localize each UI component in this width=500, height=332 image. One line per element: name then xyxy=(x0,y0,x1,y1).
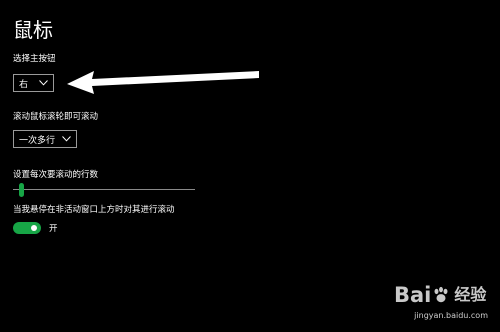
chevron-down-icon xyxy=(38,79,48,87)
scroll-mode-label: 滚动鼠标滚轮即可滚动 xyxy=(13,112,99,122)
toggle-knob xyxy=(31,224,37,231)
arrow-shape xyxy=(67,71,259,94)
toggle-state-text: 开 xyxy=(49,223,58,234)
slider-track xyxy=(13,189,195,190)
watermark-brand-right: 经验 xyxy=(454,285,487,304)
watermark-url: jingyan.baidu.com xyxy=(414,311,488,320)
inactive-scroll-toggle[interactable] xyxy=(13,221,41,234)
scroll-mode-dropdown[interactable]: 一次多行 xyxy=(13,130,77,148)
slider-thumb[interactable] xyxy=(18,183,24,197)
scroll-mode-value: 一次多行 xyxy=(19,135,56,146)
inactive-scroll-label: 当我悬停在非活动窗口上方时对其进行滚动 xyxy=(13,205,175,215)
scroll-lines-slider[interactable] xyxy=(13,183,195,197)
watermark-brand: Bai 经验 xyxy=(394,284,486,306)
chevron-down-icon xyxy=(61,135,71,143)
primary-button-label: 选择主按钮 xyxy=(13,54,56,64)
baidu-jingyan-watermark: Bai 经验 jingyan.baidu.com xyxy=(368,282,490,326)
scroll-lines-label: 设置每次要滚动的行数 xyxy=(13,170,99,180)
inactive-scroll-toggle-row: 开 xyxy=(13,221,58,234)
primary-button-dropdown[interactable]: 右 xyxy=(13,74,54,92)
watermark-brand-left: Bai xyxy=(394,283,432,307)
paw-icon xyxy=(434,286,448,303)
primary-button-value: 右 xyxy=(19,79,29,90)
page-title: 鼠标 xyxy=(13,18,53,42)
